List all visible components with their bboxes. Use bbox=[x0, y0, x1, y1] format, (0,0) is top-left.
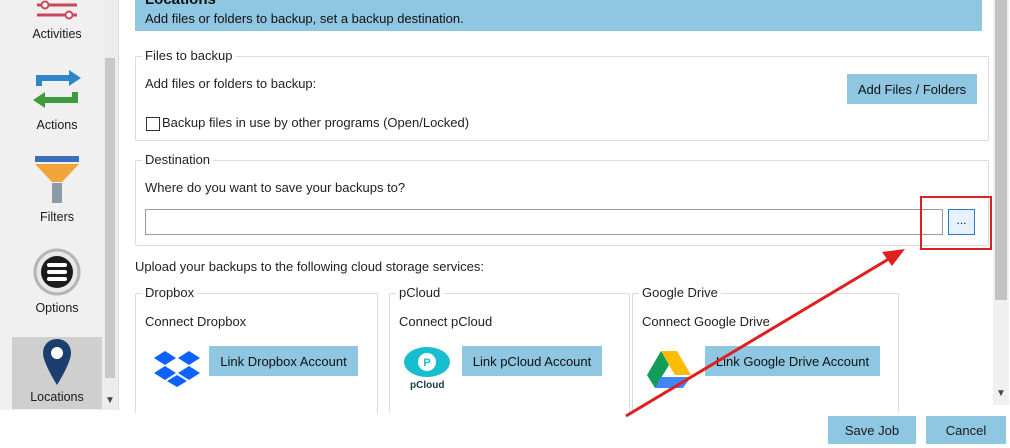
group-title: Destination bbox=[142, 152, 214, 167]
sidebar-item-label: Activities bbox=[32, 27, 82, 41]
main-scrollbar[interactable]: ▼ bbox=[993, 0, 1009, 405]
add-files-folders-button[interactable]: Add Files / Folders bbox=[847, 74, 977, 104]
sidebar-item-activities[interactable]: Activities bbox=[12, 0, 102, 50]
funnel-icon bbox=[35, 156, 79, 203]
sidebar-scroll-thumb[interactable] bbox=[105, 58, 115, 378]
link-google-drive-account-button[interactable]: Link Google Drive Account bbox=[705, 346, 880, 376]
sidebar-item-locations[interactable]: Locations bbox=[12, 337, 102, 409]
main-scroll-thumb[interactable] bbox=[995, 0, 1007, 300]
files-to-backup-group: Files to backup Add files or folders to … bbox=[135, 48, 989, 141]
files-prompt: Add files or folders to backup: bbox=[145, 76, 317, 91]
connect-pcloud-text: Connect pCloud bbox=[399, 314, 493, 329]
open-locked-checkbox[interactable] bbox=[146, 117, 160, 131]
sidebar-item-actions[interactable]: Actions bbox=[12, 68, 102, 136]
checkbox-label: Backup files in use by other programs (O… bbox=[162, 115, 470, 130]
destination-prompt: Where do you want to save your backups t… bbox=[145, 180, 406, 195]
page-subtitle: Add files or folders to backup, set a ba… bbox=[145, 11, 464, 26]
dropbox-group: Dropbox Connect Dropbox Link Dropbox Acc… bbox=[135, 285, 378, 414]
sidebar-item-options[interactable]: Options bbox=[12, 248, 102, 318]
dropbox-logo-icon bbox=[154, 351, 200, 387]
main-panel: Locations Add files or folders to backup… bbox=[135, 0, 992, 414]
pcloud-logo-text: pCloud bbox=[410, 380, 445, 391]
sidebar-item-label: Locations bbox=[30, 390, 84, 404]
sidebar-scrollbar[interactable]: ▼ bbox=[103, 0, 117, 410]
page-title: Locations bbox=[145, 0, 216, 8]
chevron-down-icon[interactable]: ▼ bbox=[996, 388, 1006, 399]
location-pin-icon bbox=[43, 339, 71, 385]
link-dropbox-account-button[interactable]: Link Dropbox Account bbox=[209, 346, 358, 376]
chevron-down-icon[interactable]: ▼ bbox=[105, 395, 115, 406]
group-title: Dropbox bbox=[142, 285, 198, 300]
sidebar: Activities Actions Filters Options Locat… bbox=[0, 0, 119, 410]
group-title: Files to backup bbox=[142, 48, 236, 63]
left-edge-strip bbox=[0, 0, 10, 410]
svg-text:P: P bbox=[423, 357, 430, 369]
save-job-button[interactable]: Save Job bbox=[828, 416, 916, 444]
google-drive-logo-icon bbox=[647, 351, 691, 388]
destination-group: Destination Where do you want to save yo… bbox=[135, 152, 989, 246]
header-banner: Locations Add files or folders to backup… bbox=[135, 0, 982, 31]
connect-dropbox-text: Connect Dropbox bbox=[145, 314, 247, 329]
link-pcloud-account-button[interactable]: Link pCloud Account bbox=[462, 346, 602, 376]
sidebar-item-label: Options bbox=[35, 301, 79, 315]
options-stack-icon bbox=[33, 248, 81, 296]
annotation-highlight-box bbox=[920, 196, 992, 250]
google-drive-group: Google Drive Connect Google Drive Link G… bbox=[632, 285, 899, 414]
group-title: pCloud bbox=[396, 285, 444, 300]
sidebar-item-label: Filters bbox=[39, 210, 75, 224]
activities-sliders-icon bbox=[37, 0, 77, 20]
cloud-intro: Upload your backups to the following clo… bbox=[135, 259, 485, 274]
sidebar-item-label: Actions bbox=[36, 118, 78, 132]
pcloud-group: pCloud Connect pCloud P pCloud Link pClo… bbox=[389, 285, 630, 414]
cancel-button[interactable]: Cancel bbox=[926, 416, 1006, 444]
sync-arrows-icon bbox=[33, 70, 81, 108]
connect-google-drive-text: Connect Google Drive bbox=[642, 314, 770, 329]
sidebar-item-filters[interactable]: Filters bbox=[12, 156, 102, 228]
group-title: Google Drive bbox=[639, 285, 721, 300]
destination-path-input[interactable] bbox=[145, 209, 943, 235]
pcloud-logo-icon: P bbox=[404, 347, 450, 377]
